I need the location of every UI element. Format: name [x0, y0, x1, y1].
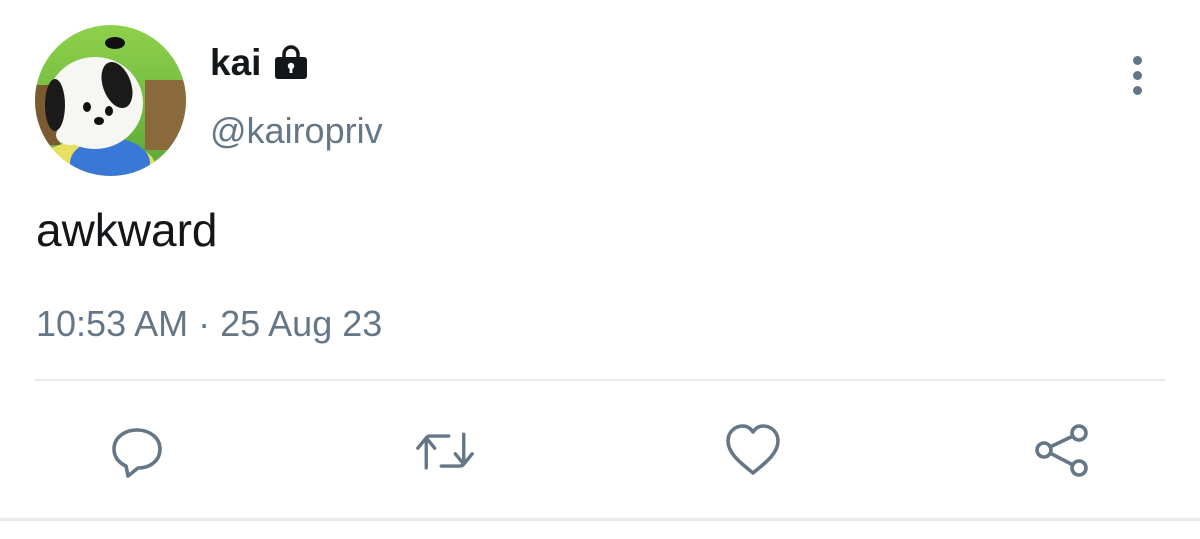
retweet-button[interactable] — [415, 421, 475, 481]
more-vertical-icon[interactable] — [1112, 45, 1162, 105]
avatar[interactable] — [35, 25, 186, 176]
display-name-row: kai — [210, 38, 311, 88]
bottom-divider — [0, 518, 1200, 521]
tweet-text: awkward — [36, 204, 218, 256]
heart-icon — [726, 424, 780, 475]
share-button[interactable] — [1032, 421, 1092, 481]
tweet-timestamp[interactable]: 10:53 AM · 25 Aug 23 — [36, 298, 382, 350]
avatar-image — [35, 25, 186, 176]
reply-button[interactable] — [107, 421, 167, 481]
more-dot — [1132, 55, 1142, 65]
share-icon — [1035, 424, 1088, 477]
reply-icon — [112, 428, 162, 478]
more-dot — [1132, 85, 1142, 95]
user-handle[interactable]: @kairopriv — [210, 106, 383, 156]
retweet-icon — [416, 432, 474, 470]
divider — [35, 379, 1165, 381]
lock-icon — [271, 43, 311, 83]
more-dot — [1132, 70, 1142, 80]
display-name[interactable]: kai — [210, 38, 261, 88]
like-button[interactable] — [723, 421, 783, 481]
